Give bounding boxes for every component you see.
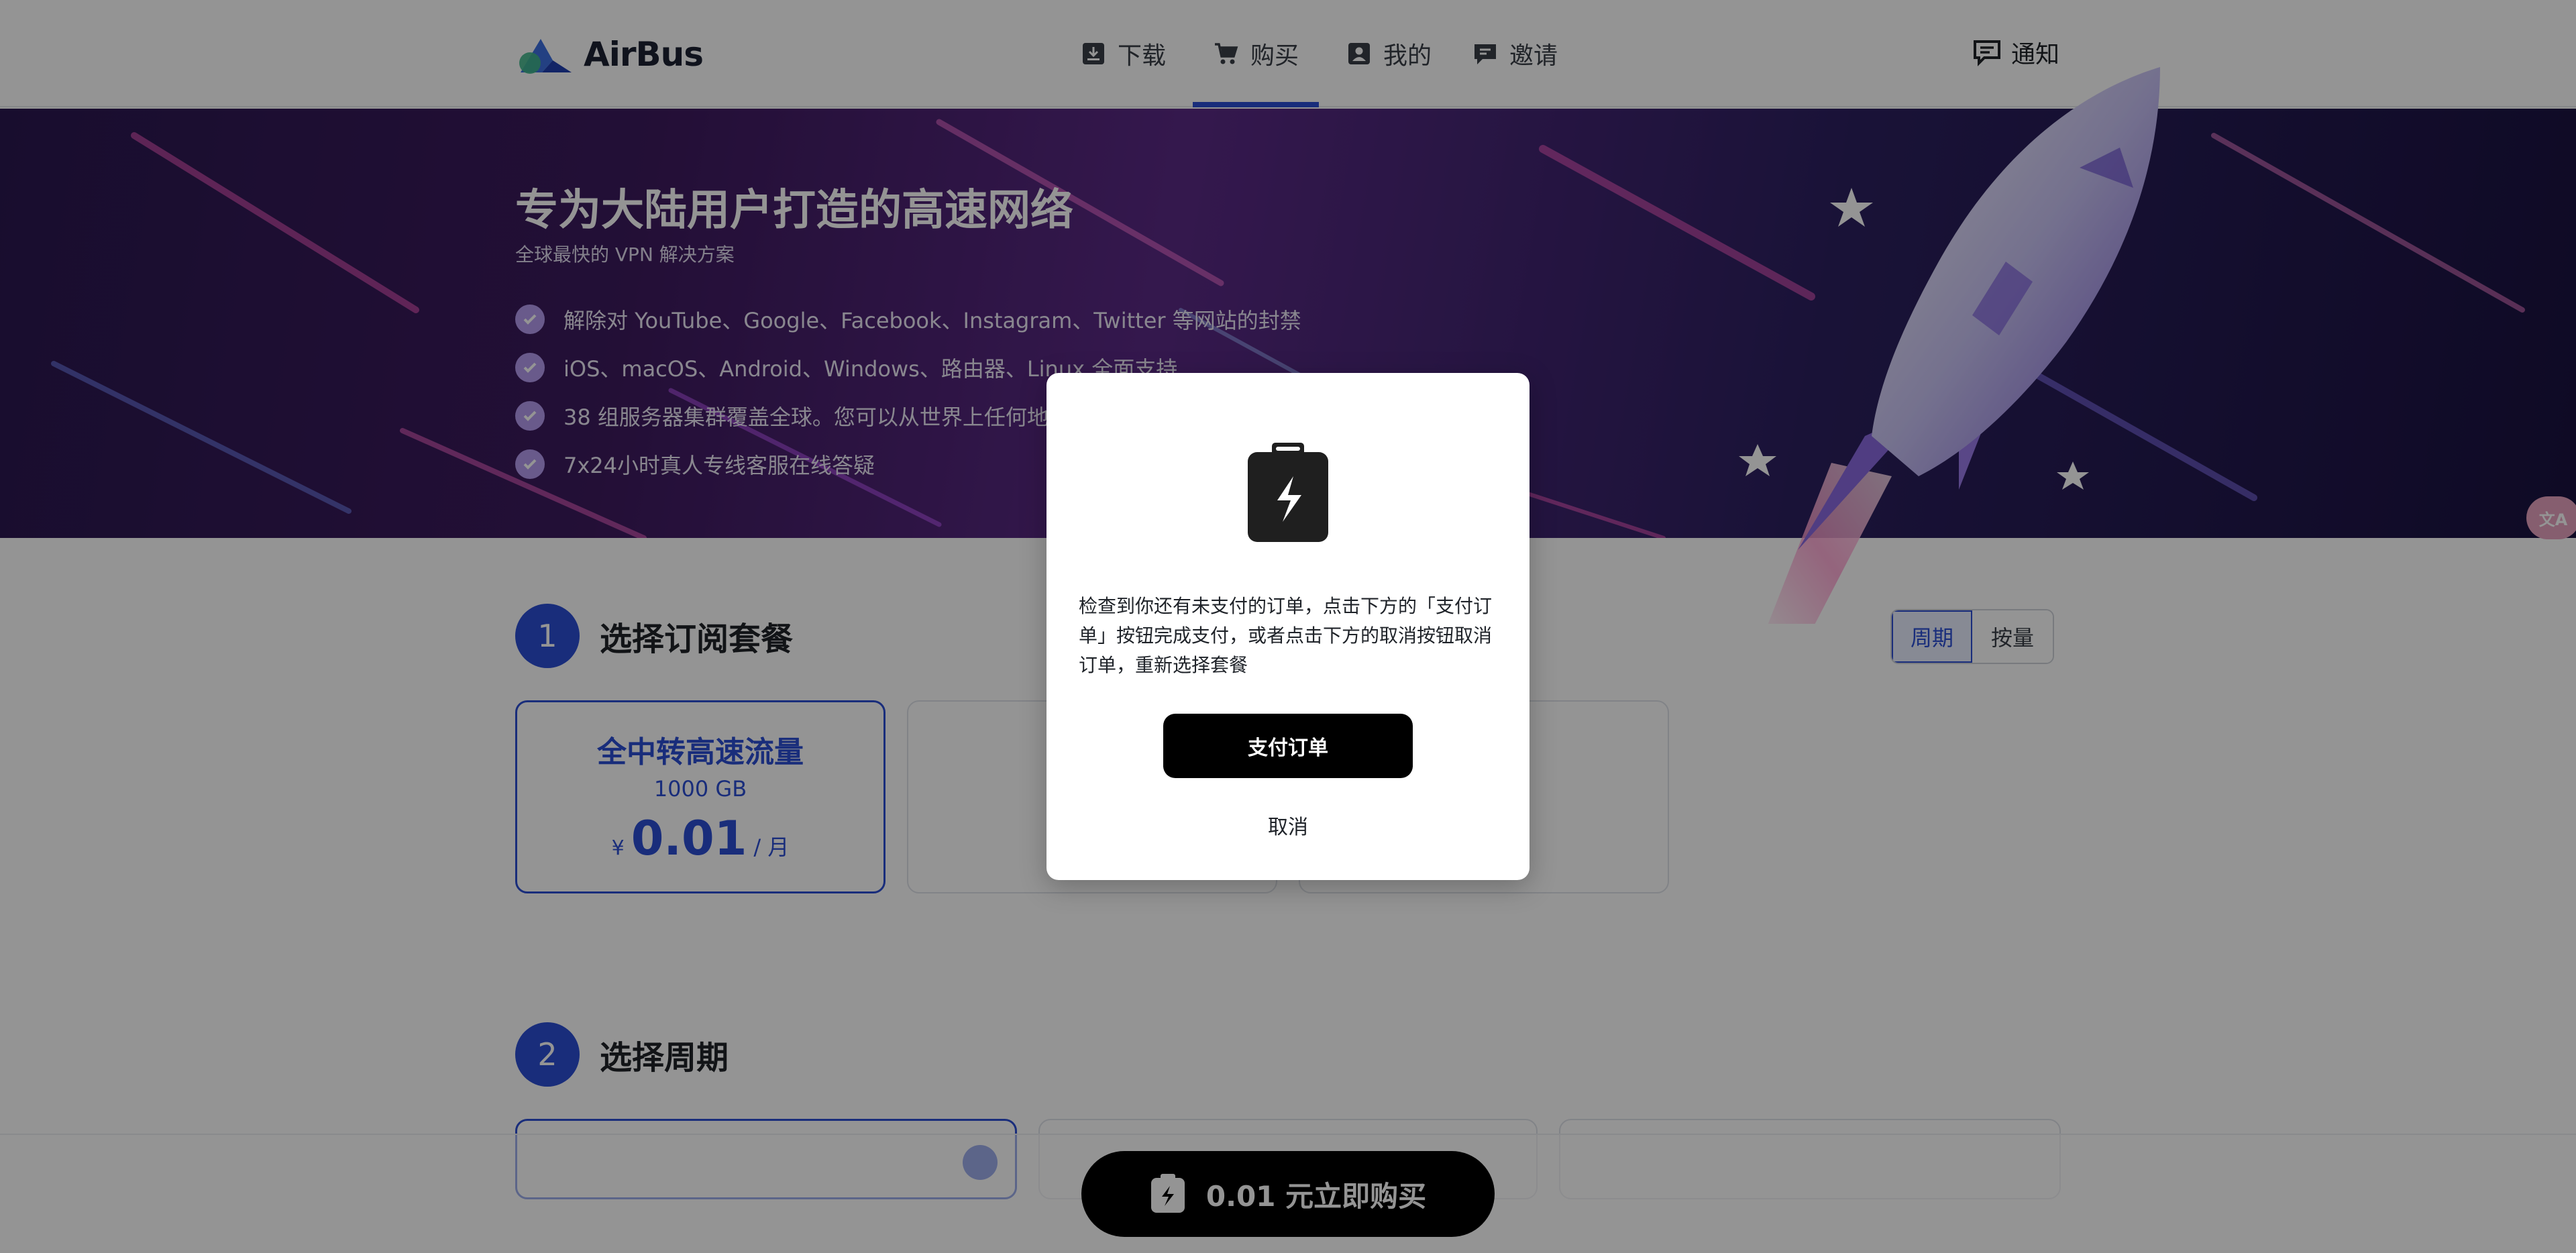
unpaid-order-dialog: 检查到你还有未支付的订单，点击下方的「支付订单」按钮完成支付，或者点击下方的取消… — [1046, 373, 1529, 880]
bolt-clipboard-icon — [1248, 443, 1328, 542]
pay-order-button[interactable]: 支付订单 — [1163, 714, 1413, 778]
dialog-message: 检查到你还有未支付的订单，点击下方的「支付订单」按钮完成支付，或者点击下方的取消… — [1079, 595, 1493, 676]
cancel-button[interactable]: 取消 — [1221, 806, 1355, 844]
